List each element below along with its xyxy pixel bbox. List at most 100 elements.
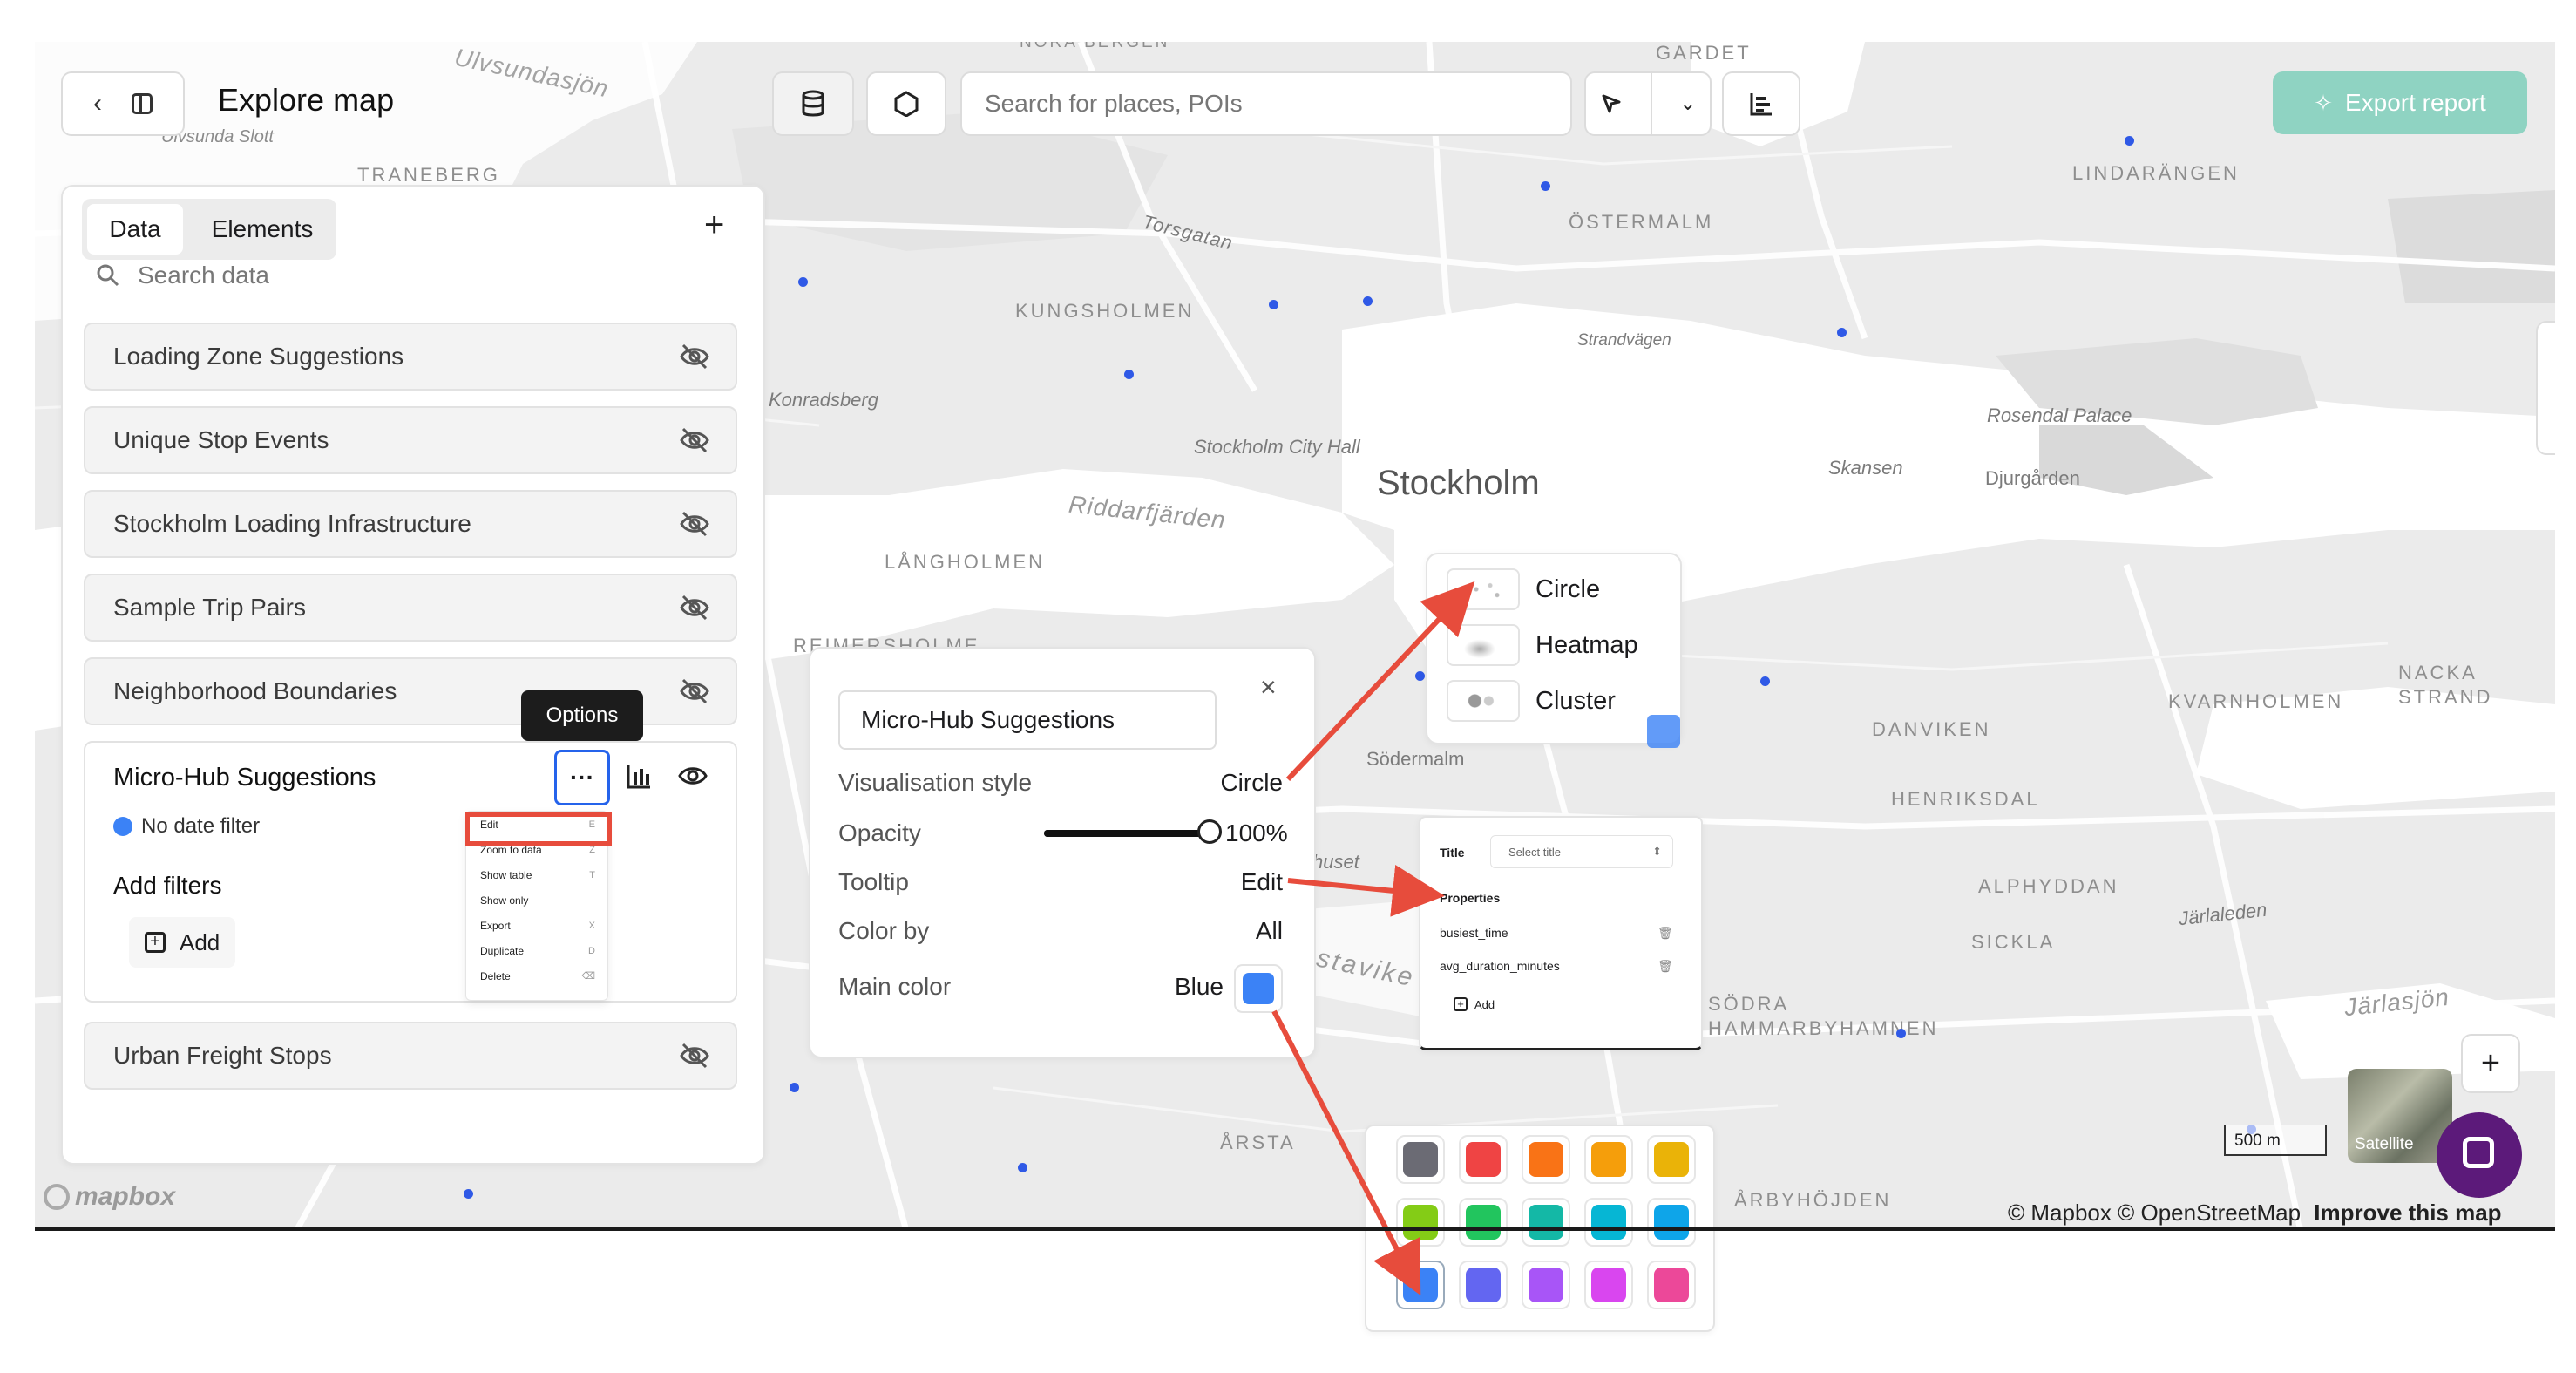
chevron-down-icon[interactable]: ⌄ [1680,92,1696,115]
back-chevron-icon[interactable]: ‹ [93,89,102,119]
bar-chart-icon[interactable] [626,764,652,790]
map-data-point[interactable] [2125,136,2134,146]
menu-item-delete[interactable]: Delete ⌫ [466,963,607,989]
colorby-value[interactable]: All [1220,917,1283,945]
mapbox-logo[interactable]: mapbox [44,1182,175,1212]
color-swatch-fill [1403,1205,1438,1240]
tooltip-label: Tooltip [838,868,909,895]
color-swatch[interactable] [1522,1135,1570,1184]
map-label: ÅRBYHÖJDEN [1734,1189,1892,1211]
style-option-circle[interactable]: Circle [1447,568,1600,610]
main-color-name: Blue [1174,973,1224,1000]
tooltip-properties-label: Properties [1440,891,1501,905]
map-data-point[interactable] [790,1083,799,1092]
color-swatch[interactable] [1396,1261,1445,1309]
eye-off-icon[interactable] [680,678,709,704]
vis-style-value[interactable]: Circle [1168,769,1283,797]
color-swatch[interactable] [1647,1261,1696,1309]
map-data-point[interactable] [1363,296,1373,306]
map-data-point[interactable] [1896,1029,1906,1038]
map-data-point[interactable] [1415,671,1425,681]
map-attribution[interactable]: © Mapbox © OpenStreetMap Improve this ma… [2008,1200,2502,1227]
layer-item[interactable]: Sample Trip Pairs [84,574,737,642]
cursor-arrow-icon[interactable] [1600,92,1623,115]
color-swatch-fill [1529,1268,1563,1302]
options-tooltip: Options [521,690,643,741]
menu-item-duplicate[interactable]: Duplicate D [466,938,607,963]
chat-support-button[interactable] [2437,1112,2522,1198]
improve-map-link[interactable]: Improve this map [2314,1200,2501,1226]
color-swatch[interactable] [1396,1198,1445,1247]
layer-item[interactable]: Stockholm Loading Infrastructure [84,490,737,558]
close-icon[interactable]: × [1260,671,1277,703]
color-swatch[interactable] [1647,1135,1696,1184]
polygon-tool-button[interactable] [866,71,946,136]
map-data-point[interactable] [1124,370,1134,379]
color-swatch[interactable] [1522,1198,1570,1247]
color-swatch[interactable] [1459,1261,1508,1309]
date-filter-label: No date filter [141,814,261,838]
color-swatch[interactable] [1459,1135,1508,1184]
add-layer-button[interactable]: + [704,206,724,245]
style-option-cluster[interactable]: Cluster [1447,680,1616,722]
map-label: HENRIKSDAL [1891,788,2040,810]
map-data-point[interactable] [1760,676,1770,686]
charts-panel-button[interactable] [1722,71,1800,136]
color-swatch-fill [1403,1268,1438,1302]
add-filter-button[interactable]: + Add [129,917,236,968]
layer-item[interactable]: Loading Zone Suggestions [84,323,737,391]
export-report-button[interactable]: ✧ Export report [2273,71,2527,134]
color-swatch-fill [1654,1268,1689,1302]
map-data-point[interactable] [464,1189,473,1199]
eye-icon[interactable] [678,764,708,788]
tooltip-title-select[interactable]: Select title ⇕ [1490,835,1673,868]
eye-off-icon[interactable] [680,511,709,537]
menu-item-show-only[interactable]: Show only [466,887,607,913]
sidebar-search-placeholder: Search data [138,262,269,289]
layer-name-input[interactable]: Micro-Hub Suggestions [838,690,1217,750]
attribution-text[interactable]: © Mapbox © OpenStreetMap [2008,1200,2301,1226]
color-swatch[interactable] [1584,1135,1633,1184]
layer-item[interactable]: Urban Freight Stops [84,1022,737,1090]
tab-data[interactable]: Data [87,204,183,255]
color-swatch[interactable] [1459,1198,1508,1247]
slider-thumb[interactable] [1197,819,1222,844]
color-swatch-fill [1654,1205,1689,1240]
color-swatch[interactable] [1584,1261,1633,1309]
menu-item-export[interactable]: Export X [466,913,607,938]
map-data-point[interactable] [798,277,808,287]
map-data-point[interactable] [1541,181,1550,191]
trash-icon[interactable]: 🗑 [1657,959,1673,974]
opacity-slider[interactable] [1044,819,1222,844]
style-option-heatmap[interactable]: Heatmap [1447,624,1638,666]
trash-icon[interactable]: 🗑 [1657,926,1673,941]
data-layers-button[interactable] [772,71,854,136]
color-swatch[interactable] [1647,1198,1696,1247]
menu-item-show-table[interactable]: Show table T [466,862,607,887]
tab-elements[interactable]: Elements [197,204,328,255]
eye-off-icon[interactable] [680,343,709,370]
map-data-point[interactable] [1018,1163,1027,1172]
zoom-in-button[interactable]: + [2461,1034,2520,1093]
map-data-point[interactable] [1269,300,1278,309]
layer-item[interactable]: Unique Stop Events [84,406,737,474]
layer-options-button[interactable]: ··· [554,750,610,805]
sidebar-toggle-icon[interactable] [132,93,153,114]
tooltip-edit-button[interactable]: Edit [1220,868,1283,896]
side-handle[interactable] [2536,321,2555,455]
map-label: ALPHYDDAN [1978,875,2119,897]
tooltip-add-button[interactable]: + Add [1454,997,1495,1011]
map-label: NACKA STRAND [2398,662,2493,708]
map-label-city: Stockholm [1377,464,1540,502]
database-icon [802,90,824,117]
sidebar-search[interactable]: Search data [96,262,269,289]
place-search-input[interactable]: Search for places, POIs [960,71,1572,136]
color-swatch[interactable] [1584,1198,1633,1247]
eye-off-icon[interactable] [680,427,709,453]
map-data-point[interactable] [1837,328,1847,337]
color-swatch[interactable] [1396,1135,1445,1184]
eye-off-icon[interactable] [680,595,709,621]
main-color-swatch-button[interactable] [1234,964,1283,1013]
color-swatch[interactable] [1522,1261,1570,1309]
eye-off-icon[interactable] [680,1043,709,1069]
